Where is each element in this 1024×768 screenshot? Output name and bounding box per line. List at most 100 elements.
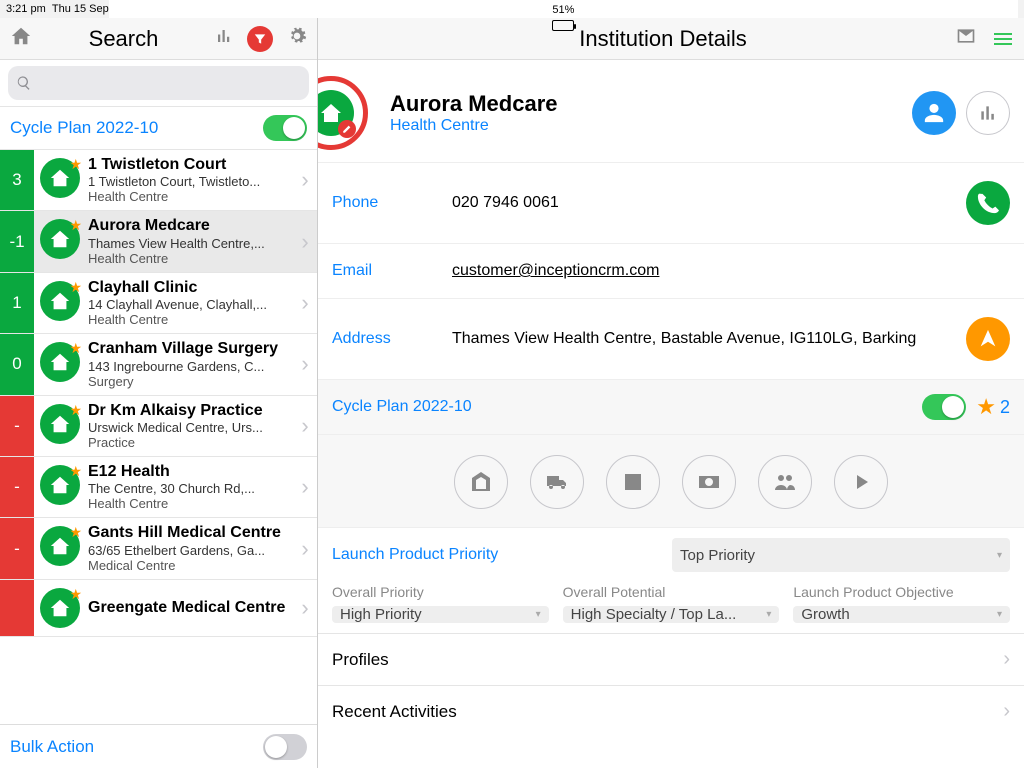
institution-avatar <box>318 90 354 136</box>
action-play-icon[interactable] <box>834 455 888 509</box>
list-badge: - <box>0 396 34 456</box>
list-sub: Thames View Health Centre,... <box>88 236 289 251</box>
list-body: 1 Twistleton Court1 Twistleton Court, Tw… <box>88 150 293 210</box>
star-icon: ★ <box>69 156 82 173</box>
list-item[interactable]: 1★Clayhall Clinic14 Clayhall Avenue, Cla… <box>0 273 317 334</box>
gear-icon[interactable] <box>287 26 307 51</box>
list-item[interactable]: 0 ★ Cranham Village Surgery143 Ingrebourne… <box>0 334 317 395</box>
institution-list: 3 ★ 1 Twistleton Court1 Twistleton Court, … <box>0 150 317 724</box>
cycle-plan-toggle[interactable] <box>263 115 307 141</box>
action-icons-row <box>318 434 1024 527</box>
list-type: Health Centre <box>88 312 289 327</box>
home-icon[interactable] <box>10 25 32 52</box>
overall-potential-label: Overall Potential <box>563 584 780 600</box>
bulk-action-toggle[interactable] <box>263 734 307 760</box>
list-body: Cranham Village Surgery143 Ingrebourne G… <box>88 334 293 394</box>
list-type: Medical Centre <box>88 558 289 573</box>
list-body: Clayhall Clinic14 Clayhall Avenue, Clayh… <box>88 273 293 333</box>
filter-icon[interactable] <box>247 26 273 52</box>
chevron-right-icon: › <box>1003 700 1010 723</box>
health-centre-icon: ★ <box>40 404 80 444</box>
battery-percent: 51% <box>552 4 574 16</box>
battery-icon <box>552 20 574 31</box>
priority-section: Launch Product Priority Top Priority▾ Ov… <box>318 527 1024 633</box>
action-building-icon[interactable] <box>454 455 508 509</box>
chart-button[interactable] <box>966 91 1010 135</box>
health-centre-icon: ★ <box>40 465 80 505</box>
star-icon: ★ <box>69 524 82 541</box>
chevron-right-icon: › <box>293 273 317 333</box>
launch-product-priority-select[interactable]: Top Priority▾ <box>672 538 1010 572</box>
launch-product-priority-label: Launch Product Priority <box>332 546 672 564</box>
list-sub: 1 Twistleton Court, Twistleto... <box>88 174 289 189</box>
overall-priority-select[interactable]: High Priority▾ <box>332 606 549 623</box>
list-sub: 63/65 Ethelbert Gardens, Ga... <box>88 543 289 558</box>
list-item[interactable]: 3 ★ 1 Twistleton Court1 Twistleton Court, … <box>0 150 317 211</box>
list-item[interactable]: -★Gants Hill Medical Centre63/65 Ethelbe… <box>0 518 317 579</box>
navigate-button[interactable] <box>966 317 1010 361</box>
launch-objective-select[interactable]: Growth▾ <box>793 606 1010 623</box>
list-badge: - <box>0 457 34 517</box>
person-button[interactable] <box>912 91 956 135</box>
list-name: E12 Health <box>88 463 289 481</box>
institution-type: Health Centre <box>390 117 902 135</box>
list-name: Cranham Village Surgery <box>88 340 289 358</box>
health-centre-icon: ★ <box>40 526 80 566</box>
list-body: E12 HealthThe Centre, 30 Church Rd,...He… <box>88 457 293 517</box>
chevron-right-icon: › <box>293 150 317 210</box>
star-icon: ★ <box>69 340 82 357</box>
list-badge: 1 <box>0 273 34 333</box>
overall-potential-select[interactable]: High Specialty / Top La...▾ <box>563 606 780 623</box>
email-row: Email customer@inceptioncrm.com <box>318 243 1024 298</box>
list-badge: 0 <box>0 334 34 394</box>
profiles-row[interactable]: Profiles › <box>318 633 1024 685</box>
chevron-right-icon: › <box>293 580 317 636</box>
overall-priority-label: Overall Priority <box>332 584 549 600</box>
detail-cycle-plan-label: Cycle Plan 2022-10 <box>332 398 922 416</box>
list-body: Dr Km Alkaisy PracticeUrswick Medical Ce… <box>88 396 293 456</box>
list-badge <box>0 580 34 636</box>
search-input[interactable] <box>8 66 309 100</box>
list-item[interactable]: -★Dr Km Alkaisy PracticeUrswick Medical … <box>0 396 317 457</box>
action-people-icon[interactable] <box>758 455 812 509</box>
list-type: Health Centre <box>88 189 289 204</box>
action-money-icon[interactable] <box>682 455 736 509</box>
recent-activities-row[interactable]: Recent Activities › <box>318 685 1024 737</box>
list-name: Greengate Medical Centre <box>88 599 289 617</box>
search-title: Search <box>89 26 159 52</box>
health-centre-icon: ★ <box>40 342 80 382</box>
edit-institution-button[interactable] <box>318 76 368 150</box>
recent-activities-label: Recent Activities <box>332 702 457 722</box>
email-label: Email <box>332 262 452 280</box>
phone-value: 020 7946 0061 <box>452 194 966 212</box>
list-item[interactable]: -1★Aurora MedcareThames View Health Cent… <box>0 211 317 272</box>
status-date: Thu 15 Sep <box>52 3 109 15</box>
bulk-action-row: Bulk Action <box>0 724 317 768</box>
call-button[interactable] <box>966 181 1010 225</box>
list-item[interactable]: -★E12 HealthThe Centre, 30 Church Rd,...… <box>0 457 317 518</box>
star-icon[interactable]: ★ <box>976 394 996 420</box>
status-bar: 3:21 pm Thu 15 Sep 51% <box>0 0 1024 18</box>
bulk-action-label[interactable]: Bulk Action <box>10 737 94 757</box>
detail-cycle-plan-toggle[interactable] <box>922 394 966 420</box>
list-name: 1 Twistleton Court <box>88 156 289 174</box>
chevron-right-icon: › <box>293 396 317 456</box>
menu-icon[interactable] <box>994 33 1012 45</box>
bars-icon[interactable] <box>215 27 233 50</box>
list-badge: 3 <box>0 150 34 210</box>
address-value: Thames View Health Centre, Bastable Aven… <box>452 330 966 348</box>
search-box <box>0 60 317 107</box>
star-icon: ★ <box>69 217 82 234</box>
address-row: Address Thames View Health Centre, Basta… <box>318 298 1024 379</box>
chevron-right-icon: › <box>293 518 317 578</box>
health-centre-icon: ★ <box>40 219 80 259</box>
list-body: Gants Hill Medical Centre63/65 Ethelbert… <box>88 518 293 578</box>
chevron-right-icon: › <box>293 211 317 271</box>
email-value[interactable]: customer@inceptioncrm.com <box>452 262 1010 280</box>
action-truck-icon[interactable] <box>530 455 584 509</box>
list-item[interactable]: ★Greengate Medical Centre› <box>0 580 317 637</box>
health-centre-icon: ★ <box>40 158 80 198</box>
action-calendar-icon[interactable] <box>606 455 660 509</box>
mail-icon[interactable] <box>956 26 976 51</box>
left-header: Search <box>0 18 317 60</box>
